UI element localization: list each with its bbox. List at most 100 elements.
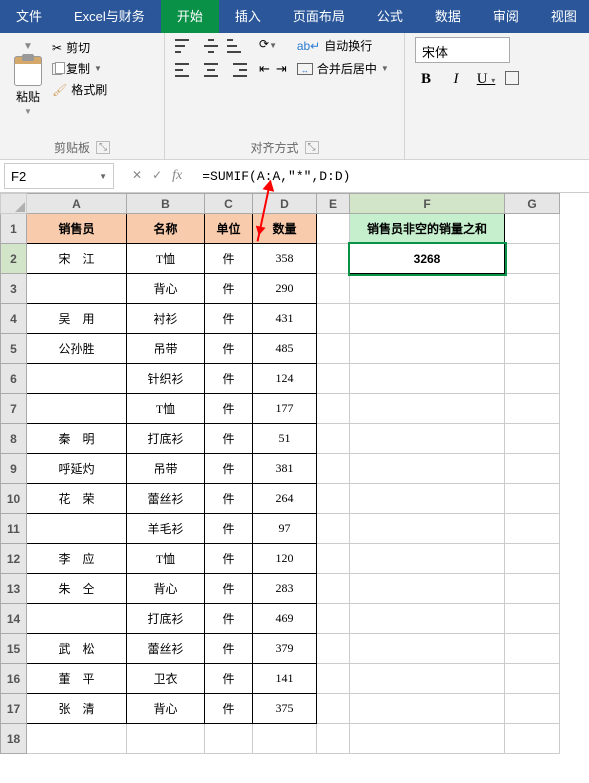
cell[interactable]: 打底衫 [127, 424, 205, 454]
cell[interactable]: 件 [205, 454, 253, 484]
cell[interactable] [505, 334, 560, 364]
cell[interactable]: 51 [253, 424, 317, 454]
row-header[interactable]: 1 [1, 214, 27, 244]
cell[interactable] [317, 634, 350, 664]
cell[interactable]: 177 [253, 394, 317, 424]
cell[interactable]: 针织衫 [127, 364, 205, 394]
header-salesperson[interactable]: 销售员 [27, 214, 127, 244]
header-unit[interactable]: 单位 [205, 214, 253, 244]
cell[interactable] [350, 604, 505, 634]
copy-button[interactable]: 复制 ▼ [52, 58, 107, 79]
cell[interactable] [350, 664, 505, 694]
dialog-launcher-icon[interactable]: ⤡ [96, 141, 110, 154]
cell[interactable] [505, 214, 560, 244]
cell[interactable]: 吊带 [127, 334, 205, 364]
cell[interactable]: 283 [253, 574, 317, 604]
dialog-launcher-icon[interactable]: ⤡ [305, 141, 319, 154]
cell[interactable] [350, 304, 505, 334]
cell[interactable]: 件 [205, 304, 253, 334]
tab-excel-finance[interactable]: Excel与财务 [58, 0, 161, 33]
spreadsheet-grid[interactable]: A B C D E F G 1 销售员 名称 单位 数量 销售员非空的销量之和 … [0, 193, 589, 783]
result-header[interactable]: 销售员非空的销量之和 [350, 214, 505, 244]
col-header-g[interactable]: G [505, 194, 560, 214]
cell[interactable] [350, 574, 505, 604]
cell[interactable] [505, 244, 560, 274]
cell[interactable]: 羊毛衫 [127, 514, 205, 544]
cell[interactable]: 375 [253, 694, 317, 724]
row-header[interactable]: 14 [1, 604, 27, 634]
cell[interactable] [350, 334, 505, 364]
col-header-b[interactable]: B [127, 194, 205, 214]
cell[interactable]: 蕾丝衫 [127, 484, 205, 514]
row-header[interactable]: 8 [1, 424, 27, 454]
cell[interactable]: 件 [205, 604, 253, 634]
cell[interactable]: 张 清 [27, 694, 127, 724]
cell[interactable]: 蕾丝衫 [127, 634, 205, 664]
cell[interactable] [317, 334, 350, 364]
cell[interactable]: 件 [205, 664, 253, 694]
cell[interactable] [350, 394, 505, 424]
cell[interactable]: 件 [205, 634, 253, 664]
cell[interactable]: 381 [253, 454, 317, 484]
cell[interactable] [505, 364, 560, 394]
align-top-button[interactable] [175, 37, 195, 55]
cell[interactable] [27, 604, 127, 634]
name-box[interactable]: F2 ▼ [4, 163, 114, 189]
row-header[interactable]: 13 [1, 574, 27, 604]
align-bottom-button[interactable] [227, 37, 247, 55]
underline-button[interactable]: U ▾ [475, 71, 497, 88]
cell[interactable] [350, 274, 505, 304]
cell[interactable] [505, 304, 560, 334]
cell[interactable] [350, 484, 505, 514]
cell[interactable]: 背心 [127, 574, 205, 604]
cell[interactable]: 朱 仝 [27, 574, 127, 604]
cell[interactable]: 背心 [127, 694, 205, 724]
cell[interactable]: 469 [253, 604, 317, 634]
cell[interactable] [205, 724, 253, 754]
cell[interactable]: 武 松 [27, 634, 127, 664]
cell[interactable]: 件 [205, 574, 253, 604]
cell[interactable]: 件 [205, 364, 253, 394]
cell[interactable] [317, 664, 350, 694]
cell[interactable] [505, 574, 560, 604]
result-cell[interactable]: 3268 [350, 244, 505, 274]
row-header[interactable]: 9 [1, 454, 27, 484]
cell[interactable]: 件 [205, 694, 253, 724]
cell[interactable] [505, 424, 560, 454]
cell[interactable]: 290 [253, 274, 317, 304]
row-header[interactable]: 6 [1, 364, 27, 394]
cell[interactable]: 件 [205, 274, 253, 304]
row-header[interactable]: 16 [1, 664, 27, 694]
row-header[interactable]: 4 [1, 304, 27, 334]
cell[interactable] [253, 724, 317, 754]
cell[interactable] [350, 454, 505, 484]
cell[interactable]: 吊带 [127, 454, 205, 484]
cell[interactable] [505, 724, 560, 754]
cancel-formula-button[interactable]: ✕ [132, 168, 142, 184]
cell[interactable]: 358 [253, 244, 317, 274]
cell[interactable]: 秦 明 [27, 424, 127, 454]
align-right-button[interactable] [227, 61, 247, 79]
cell[interactable] [505, 394, 560, 424]
cell[interactable]: T恤 [127, 544, 205, 574]
row-header[interactable]: 15 [1, 634, 27, 664]
cell[interactable] [317, 544, 350, 574]
tab-review[interactable]: 审阅 [477, 0, 535, 33]
italic-button[interactable]: I [445, 71, 467, 88]
cell[interactable] [505, 634, 560, 664]
cell[interactable] [27, 274, 127, 304]
row-header[interactable]: 18 [1, 724, 27, 754]
cell[interactable]: 124 [253, 364, 317, 394]
cell[interactable]: 件 [205, 544, 253, 574]
cell[interactable]: 120 [253, 544, 317, 574]
cell[interactable]: 呼延灼 [27, 454, 127, 484]
tab-layout[interactable]: 页面布局 [277, 0, 361, 33]
cell[interactable] [27, 514, 127, 544]
align-middle-button[interactable] [201, 37, 221, 55]
cell[interactable] [350, 694, 505, 724]
cell[interactable]: 董 平 [27, 664, 127, 694]
cell[interactable] [317, 214, 350, 244]
orientation-button[interactable]: ⟳▼ [259, 37, 277, 55]
cell[interactable] [27, 394, 127, 424]
select-all-corner[interactable] [1, 194, 27, 214]
